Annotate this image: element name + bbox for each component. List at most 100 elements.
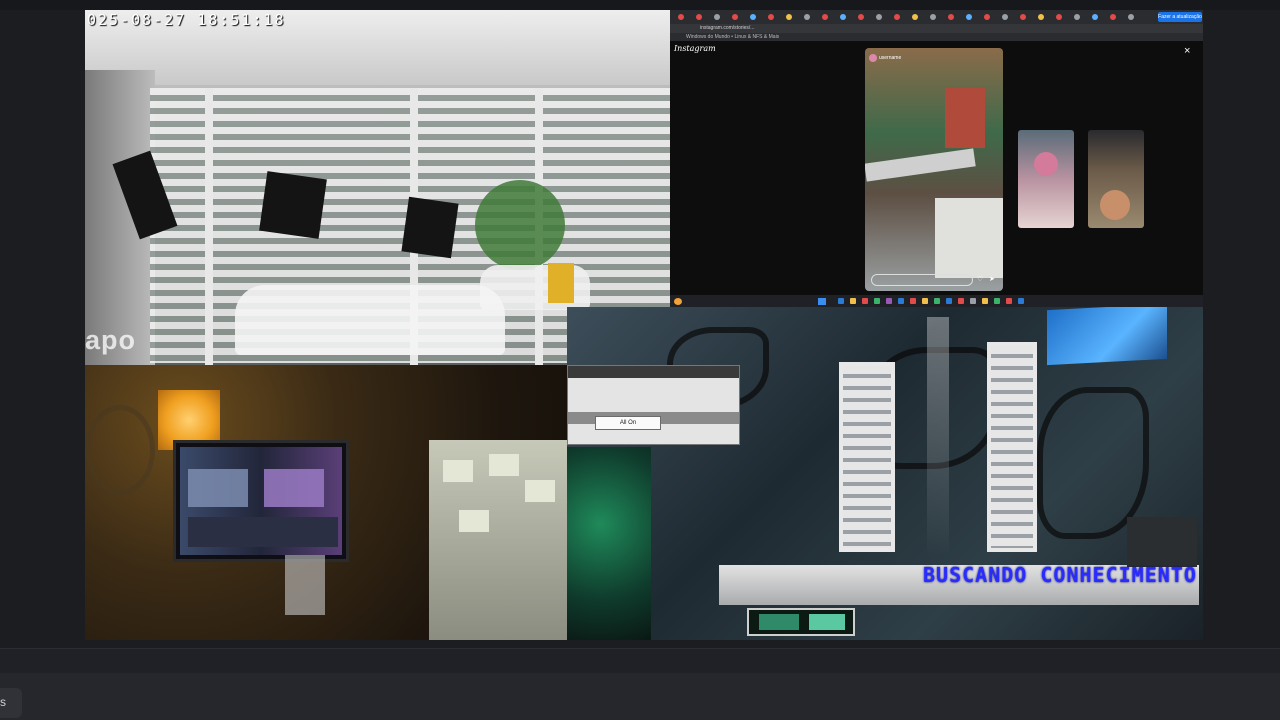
whiteboard-note bbox=[459, 510, 489, 532]
taskbar-app-icon[interactable] bbox=[958, 298, 964, 304]
whiteboard-note bbox=[489, 454, 519, 476]
story-username[interactable]: username bbox=[879, 55, 901, 61]
browser-tab-favicon[interactable] bbox=[750, 14, 756, 20]
solar-panel bbox=[401, 196, 459, 259]
heart-icon[interactable]: ♡ bbox=[977, 275, 983, 283]
browser-tab-favicon[interactable] bbox=[876, 14, 882, 20]
studio-small-monitor bbox=[747, 608, 855, 636]
monitor-screen bbox=[180, 447, 342, 555]
browser-tab-favicon[interactable] bbox=[1002, 14, 1008, 20]
story-pipe bbox=[865, 148, 976, 182]
taskbar-app-icon[interactable] bbox=[946, 298, 952, 304]
light-beam bbox=[927, 317, 949, 557]
browser-tab-favicon[interactable] bbox=[840, 14, 846, 20]
gate-tree bbox=[475, 180, 565, 270]
dialog-fragment: All On bbox=[567, 365, 740, 445]
browser-update-button[interactable]: Fazer a atualização bbox=[1158, 12, 1202, 22]
story-rubble bbox=[935, 198, 1003, 278]
taskbar-app-icon[interactable] bbox=[838, 298, 844, 304]
taskbar-app-icon[interactable] bbox=[898, 298, 904, 304]
browser-tab-strip bbox=[670, 10, 1203, 24]
browser-tab-favicon[interactable] bbox=[804, 14, 810, 20]
browser-tab-favicon[interactable] bbox=[732, 14, 738, 20]
story-face bbox=[1034, 152, 1058, 176]
monitor-content bbox=[809, 614, 845, 630]
browser-tab-favicon[interactable] bbox=[786, 14, 792, 20]
camera-mosaic: 025-08-27 18:51:18 apo Fazer a atualizaç… bbox=[85, 10, 1203, 640]
story-reply-input[interactable] bbox=[871, 274, 973, 286]
browser-tab-favicon[interactable] bbox=[894, 14, 900, 20]
taskbar-app-icon[interactable] bbox=[850, 298, 856, 304]
studio-window bbox=[839, 362, 895, 552]
taskbar-app-icon[interactable] bbox=[910, 298, 916, 304]
camera-feed-room[interactable] bbox=[85, 365, 567, 640]
send-icon[interactable]: ➤ bbox=[989, 275, 995, 283]
taskbar-app-icon[interactable] bbox=[934, 298, 940, 304]
browser-tab-favicon[interactable] bbox=[696, 14, 702, 20]
window-icon[interactable] bbox=[818, 298, 826, 305]
story-face bbox=[1100, 190, 1130, 220]
camera-feed-studio[interactable]: BUSCANDO CONHECIMENTO bbox=[567, 307, 1203, 640]
browser-tab-favicon[interactable] bbox=[1038, 14, 1044, 20]
studio-window bbox=[987, 342, 1037, 552]
monitor-content bbox=[759, 614, 799, 630]
browser-tab-favicon[interactable] bbox=[984, 14, 990, 20]
taskbar-app-icon[interactable] bbox=[994, 298, 1000, 304]
browser-tab-favicon[interactable] bbox=[966, 14, 972, 20]
camera-brand-watermark: apo bbox=[85, 325, 137, 355]
browser-tab-favicon[interactable] bbox=[1020, 14, 1026, 20]
browser-tab-favicon[interactable] bbox=[1092, 14, 1098, 20]
story-main[interactable]: username ♡ ➤ bbox=[865, 48, 1003, 291]
green-light bbox=[567, 447, 651, 640]
gate-post bbox=[205, 88, 213, 365]
avatar[interactable] bbox=[869, 54, 877, 62]
camera-timestamp: 025-08-27 18:51:18 bbox=[87, 11, 286, 29]
embedded-browser-window[interactable]: Fazer a atualização instagram.com/storie… bbox=[670, 10, 1203, 307]
taskbar-app-icon[interactable] bbox=[886, 298, 892, 304]
browser-tab-favicon[interactable] bbox=[822, 14, 828, 20]
browser-tab-favicon[interactable] bbox=[768, 14, 774, 20]
browser-tab-favicon[interactable] bbox=[912, 14, 918, 20]
browser-bookmarks-bar[interactable]: Windows do Mundo • Linux & NFS & Mais bbox=[670, 33, 1203, 41]
browser-tab-favicon[interactable] bbox=[714, 14, 720, 20]
whiteboard bbox=[429, 440, 567, 640]
close-icon[interactable]: × bbox=[1184, 45, 1190, 57]
browser-tab-favicon[interactable] bbox=[1056, 14, 1062, 20]
gate-car-front bbox=[235, 285, 505, 355]
browser-url-text: instagram.com/stories/... bbox=[700, 25, 755, 31]
monitor-window bbox=[264, 469, 324, 507]
browser-tab-favicon[interactable] bbox=[930, 14, 936, 20]
whiteboard-note bbox=[525, 480, 555, 502]
wall-art bbox=[85, 405, 155, 495]
taskbar-app-icon[interactable] bbox=[922, 298, 928, 304]
browser-tab-favicon[interactable] bbox=[1128, 14, 1134, 20]
browser-tab-favicon[interactable] bbox=[1074, 14, 1080, 20]
taskbar-app-icon[interactable] bbox=[874, 298, 880, 304]
story-preview[interactable] bbox=[1088, 130, 1144, 228]
bottle bbox=[285, 555, 325, 615]
side-tab-label: s bbox=[0, 695, 6, 709]
story-preview[interactable] bbox=[1018, 130, 1074, 228]
story-wall bbox=[945, 88, 985, 148]
browser-tab-favicon[interactable] bbox=[678, 14, 684, 20]
weather-icon[interactable] bbox=[674, 298, 682, 305]
wall-tv bbox=[1047, 307, 1167, 366]
inner-taskbar bbox=[670, 295, 1203, 307]
instagram-logo[interactable]: Instagram bbox=[674, 44, 716, 53]
browser-tab-favicon[interactable] bbox=[1110, 14, 1116, 20]
all-on-button[interactable]: All On bbox=[595, 416, 661, 430]
solar-panel bbox=[259, 171, 327, 239]
monitor-panel bbox=[188, 517, 338, 547]
whiteboard-note bbox=[443, 460, 473, 482]
browser-tab-favicon[interactable] bbox=[858, 14, 864, 20]
host-top-bar bbox=[0, 0, 1280, 10]
taskbar-app-icon[interactable] bbox=[970, 298, 976, 304]
taskbar-app-icon[interactable] bbox=[1018, 298, 1024, 304]
taskbar-app-icon[interactable] bbox=[1006, 298, 1012, 304]
taskbar-app-icon[interactable] bbox=[982, 298, 988, 304]
browser-tab-favicon[interactable] bbox=[948, 14, 954, 20]
host-bottom-panel bbox=[0, 673, 1280, 720]
studio-overlay-text: BUSCANDO CONHECIMENTO bbox=[923, 563, 1197, 587]
taskbar-app-icon[interactable] bbox=[862, 298, 868, 304]
gate-mailbox bbox=[548, 263, 574, 303]
